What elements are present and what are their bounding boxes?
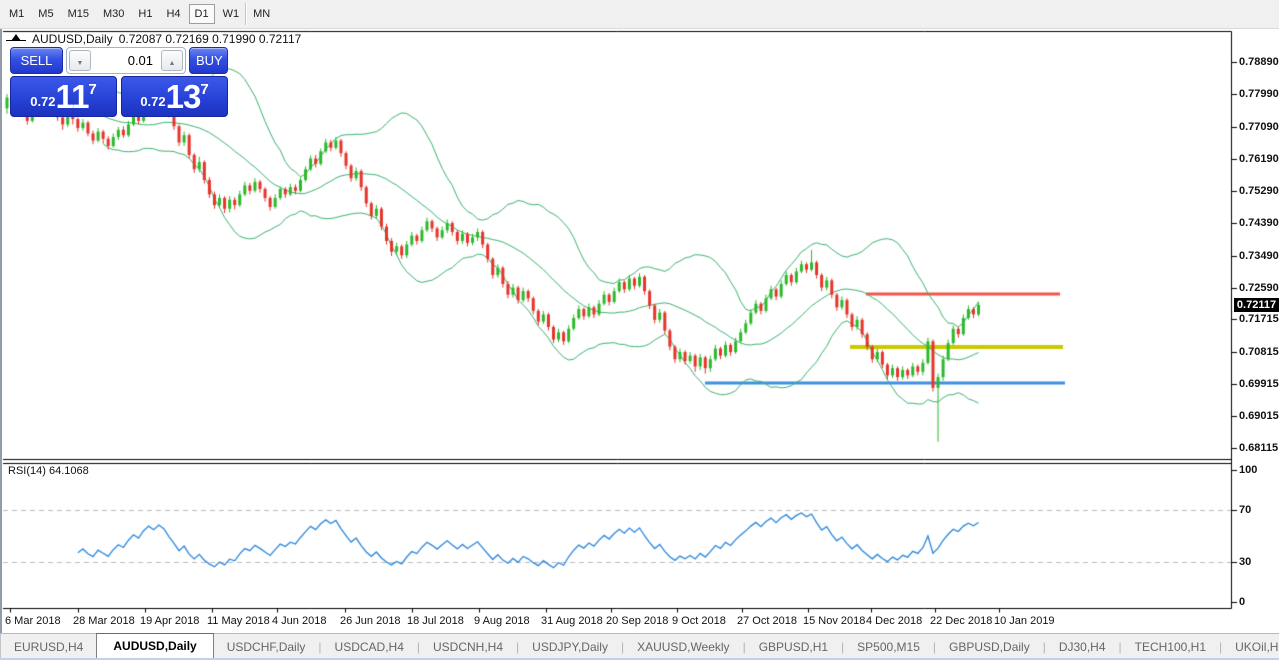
date-axis-label: 27 Oct 2018 bbox=[737, 615, 797, 627]
chart-tab-dj30-h4[interactable]: DJ30,H4 bbox=[1046, 634, 1119, 659]
timeframe-button-mn[interactable]: MN bbox=[247, 4, 276, 24]
price-axis-label: 0.77090 bbox=[1239, 120, 1279, 133]
rsi-axis-label: 100 bbox=[1239, 464, 1258, 476]
price-axis-label: 0.74390 bbox=[1239, 217, 1279, 230]
volume-value[interactable]: 0.01 bbox=[93, 53, 159, 68]
one-click-trading-panel: SELL ▼ 0.01 ▲ BUY 0.72 11 7 0.72 13 7 bbox=[10, 47, 228, 117]
chart-tab-ukoil-h1[interactable]: UKOil,H1 bbox=[1222, 634, 1279, 659]
chart-symbol-label: AUDUSD,Daily bbox=[32, 32, 113, 46]
timeframe-toolbar: M1 M5 M15 M30 H1 H4 D1 W1 MN bbox=[0, 0, 1279, 29]
price-axis-label: 0.68115 bbox=[1239, 442, 1279, 455]
timeframe-button-m15[interactable]: M15 bbox=[62, 4, 95, 24]
chart-tab-sp500-m15[interactable]: SP500,M15 bbox=[844, 634, 933, 659]
timeframe-button-w1[interactable]: W1 bbox=[217, 4, 246, 24]
date-axis-label: 10 Jan 2019 bbox=[994, 615, 1055, 627]
sell-price-big: 11 bbox=[55, 78, 90, 115]
price-axis-label: 0.73490 bbox=[1239, 249, 1279, 262]
price-axis-label: 0.71715 bbox=[1239, 313, 1279, 326]
date-axis-label: 22 Dec 2018 bbox=[930, 615, 993, 627]
current-price-tag: 0.72117 bbox=[1234, 297, 1279, 312]
chart-tab-bar: EURUSD,H4 AUDUSD,Daily USDCHF,Daily | USDCAD… bbox=[0, 633, 1279, 659]
date-axis-label: 4 Dec 2018 bbox=[866, 615, 923, 627]
price-axis-label: 0.78890 bbox=[1239, 56, 1279, 69]
price-axis-label: 0.69015 bbox=[1239, 410, 1279, 423]
timeframe-button-h1[interactable]: H1 bbox=[132, 4, 158, 24]
date-axis-label: 26 Jun 2018 bbox=[340, 615, 401, 627]
date-axis-label: 9 Aug 2018 bbox=[474, 615, 530, 627]
toolbar-divider bbox=[245, 3, 247, 25]
chart-window: AUDUSD,Daily 0.72087 0.72169 0.71990 0.7… bbox=[0, 29, 1279, 633]
date-axis-label: 11 May 2018 bbox=[207, 615, 270, 627]
chevron-up-icon: ▲ bbox=[168, 60, 176, 67]
chart-ohlc-values: 0.72087 0.72169 0.71990 0.72117 bbox=[118, 32, 302, 46]
date-axis-label: 19 Apr 2018 bbox=[140, 615, 200, 627]
buy-price-sup: 7 bbox=[200, 81, 209, 98]
chart-tab-usdcnh-h4[interactable]: USDCNH,H4 bbox=[420, 634, 516, 659]
rsi-axis-label: 70 bbox=[1239, 503, 1252, 516]
date-axis-label: 15 Nov 2018 bbox=[803, 615, 866, 627]
sell-price-sup: 7 bbox=[88, 81, 97, 98]
price-axis-label: 0.75290 bbox=[1239, 185, 1279, 198]
rsi-indicator-label: RSI(14) 64.1068 bbox=[8, 465, 89, 477]
volume-spinner: ▼ 0.01 ▲ bbox=[66, 47, 186, 74]
timeframe-button-m1[interactable]: M1 bbox=[3, 4, 30, 24]
chart-tab-xauusd-weekly[interactable]: XAUUSD,Weekly bbox=[624, 634, 742, 659]
timeframe-button-m5[interactable]: M5 bbox=[32, 4, 59, 24]
price-axis-label: 0.70815 bbox=[1239, 345, 1279, 358]
chart-tab-usdchf-daily[interactable]: USDCHF,Daily bbox=[214, 634, 319, 659]
chart-tab-usdjpy-daily[interactable]: USDJPY,Daily bbox=[519, 634, 621, 659]
chart-tab-gbpusd-h1[interactable]: GBPUSD,H1 bbox=[746, 634, 841, 659]
timeframe-button-d1[interactable]: D1 bbox=[188, 4, 215, 24]
timeframe-button-m30[interactable]: M30 bbox=[97, 4, 130, 24]
chart-tab-eurusd-h4[interactable]: EURUSD,H4 bbox=[1, 634, 96, 659]
date-axis[interactable]: 6 Mar 2018 28 Mar 2018 19 Apr 2018 11 May 2… bbox=[0, 613, 1233, 633]
date-axis-label: 31 Aug 2018 bbox=[541, 615, 603, 627]
date-axis-label: 28 Mar 2018 bbox=[73, 615, 135, 627]
window-left-edge bbox=[0, 29, 2, 633]
volume-decrease-button[interactable]: ▼ bbox=[69, 50, 91, 71]
date-axis-label: 18 Jul 2018 bbox=[407, 615, 464, 627]
chart-title: AUDUSD,Daily 0.72087 0.72169 0.71990 0.7… bbox=[6, 32, 301, 46]
buy-price-big: 13 bbox=[165, 78, 202, 115]
date-axis-label: 6 Mar 2018 bbox=[5, 615, 61, 627]
chart-tab-usdcad-h4[interactable]: USDCAD,H4 bbox=[322, 634, 417, 659]
buy-price-prefix: 0.72 bbox=[140, 94, 166, 109]
buy-price-box[interactable]: 0.72 13 7 bbox=[121, 76, 228, 117]
sell-price-box[interactable]: 0.72 11 7 bbox=[10, 76, 117, 117]
chart-tab-audusd-daily[interactable]: AUDUSD,Daily bbox=[96, 633, 214, 659]
price-axis-label: 0.72590 bbox=[1239, 281, 1279, 294]
date-axis-label: 9 Oct 2018 bbox=[672, 615, 726, 627]
price-axis[interactable]: 0.78890 0.77990 0.77090 0.76190 0.75290 0.743… bbox=[1239, 29, 1279, 613]
chart-tab-tech100-h1[interactable]: TECH100,H1 bbox=[1122, 634, 1219, 659]
rsi-axis-label: 0 bbox=[1239, 596, 1246, 608]
timeframe-button-h4[interactable]: H4 bbox=[160, 4, 186, 24]
rsi-axis-label: 30 bbox=[1239, 556, 1252, 569]
price-axis-label: 0.69915 bbox=[1239, 377, 1279, 390]
volume-increase-button[interactable]: ▲ bbox=[161, 50, 183, 71]
date-axis-label: 4 Jun 2018 bbox=[272, 615, 327, 627]
one-click-top-row: SELL ▼ 0.01 ▲ BUY bbox=[10, 47, 228, 74]
chart-tab-gbpusd-daily[interactable]: GBPUSD,Daily bbox=[936, 634, 1043, 659]
one-click-price-row: 0.72 11 7 0.72 13 7 bbox=[10, 76, 228, 117]
price-axis-label: 0.77990 bbox=[1239, 88, 1279, 101]
sell-price-prefix: 0.72 bbox=[30, 94, 56, 109]
chevron-down-icon: ▼ bbox=[76, 60, 84, 67]
buy-button[interactable]: BUY bbox=[189, 47, 228, 74]
sell-button[interactable]: SELL bbox=[10, 47, 63, 74]
price-axis-label: 0.76190 bbox=[1239, 152, 1279, 165]
chart-shift-marker-icon bbox=[6, 34, 26, 44]
date-axis-label: 20 Sep 2018 bbox=[606, 615, 669, 627]
